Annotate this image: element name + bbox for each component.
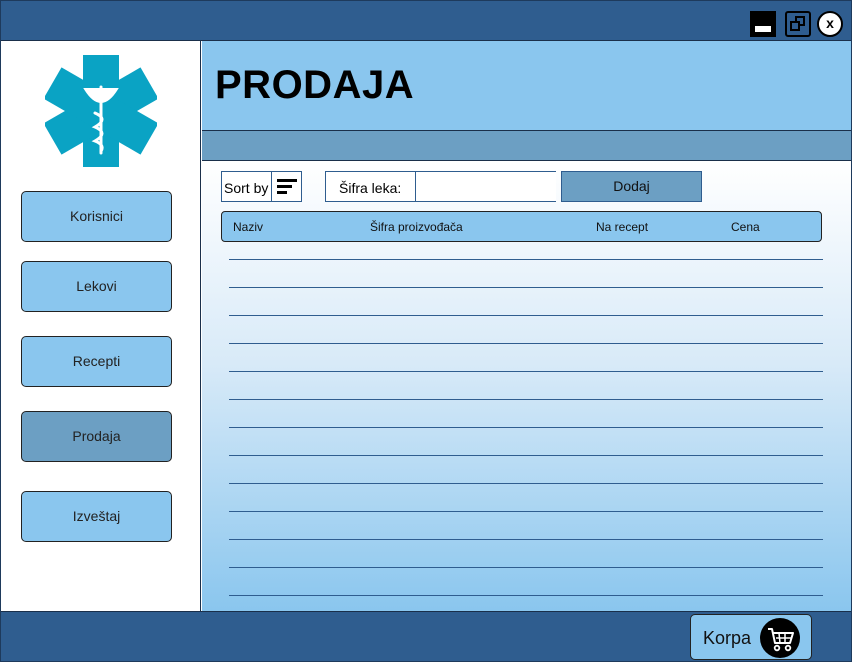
- table-header: Naziv Šifra proizvođača Na recept Cena: [221, 211, 822, 242]
- column-header-na-recept[interactable]: Na recept: [596, 220, 648, 234]
- table-row[interactable]: [229, 371, 823, 372]
- table-row[interactable]: [229, 259, 823, 260]
- sort-icon[interactable]: [271, 172, 302, 201]
- sidebar-item-lekovi[interactable]: Lekovi: [21, 261, 172, 312]
- table-row[interactable]: [229, 567, 823, 568]
- table-row[interactable]: [229, 455, 823, 456]
- add-button[interactable]: Dodaj: [561, 171, 702, 202]
- page-header: PRODAJA: [202, 41, 851, 131]
- code-search: Šifra leka:: [325, 171, 556, 202]
- table-row[interactable]: [229, 595, 823, 596]
- sidebar: Korisnici Lekovi Recepti Prodaja Izvešta…: [1, 41, 201, 611]
- sidebar-item-korisnici[interactable]: Korisnici: [21, 191, 172, 242]
- sort-control[interactable]: Sort by: [221, 171, 302, 202]
- app-window: x Korisnici Lekovi Recepti Prodaja Izveš…: [0, 0, 852, 662]
- sidebar-item-recepti[interactable]: Recepti: [21, 336, 172, 387]
- table-row[interactable]: [229, 427, 823, 428]
- star-of-life-logo: [45, 55, 157, 167]
- restore-icon[interactable]: [785, 11, 811, 37]
- sidebar-item-prodaja[interactable]: Prodaja: [21, 411, 172, 462]
- column-header-sifra-proizvodjaca[interactable]: Šifra proizvođača: [370, 220, 463, 234]
- title-bar: x: [1, 1, 851, 41]
- table-row[interactable]: [229, 315, 823, 316]
- column-header-cena[interactable]: Cena: [731, 220, 760, 234]
- code-label: Šifra leka:: [339, 180, 402, 196]
- close-icon[interactable]: x: [817, 11, 843, 37]
- table-row[interactable]: [229, 539, 823, 540]
- code-input[interactable]: [415, 172, 556, 201]
- header-subbar: [202, 131, 851, 161]
- cart-label: Korpa: [703, 628, 752, 648]
- main-content: Sort by Šifra leka: Dodaj Naziv Šifra pr…: [202, 161, 851, 611]
- table-row[interactable]: [229, 483, 823, 484]
- shopping-cart-icon: [760, 618, 800, 658]
- cart-button[interactable]: Korpa: [690, 614, 812, 660]
- sort-label: Sort by: [224, 180, 269, 196]
- page-title: PRODAJA: [215, 63, 415, 107]
- minimize-icon[interactable]: [750, 11, 776, 37]
- sidebar-item-izvestaj[interactable]: Izveštaj: [21, 491, 172, 542]
- table-row[interactable]: [229, 399, 823, 400]
- footer-bar: Korpa: [1, 611, 851, 661]
- table-row[interactable]: [229, 511, 823, 512]
- table-row[interactable]: [229, 343, 823, 344]
- table-row[interactable]: [229, 287, 823, 288]
- column-header-naziv[interactable]: Naziv: [233, 220, 263, 234]
